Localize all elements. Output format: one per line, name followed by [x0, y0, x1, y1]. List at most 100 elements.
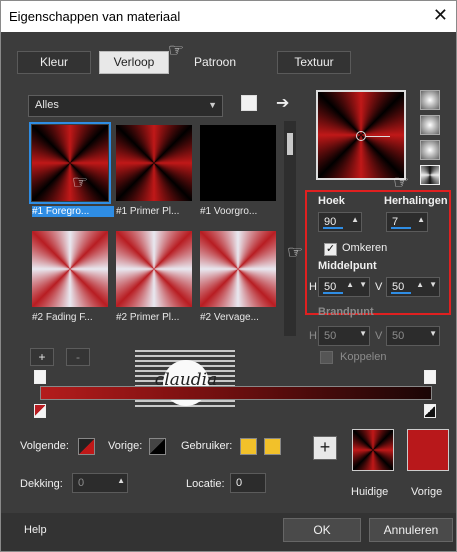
pointing-hand-icon: ☞: [287, 242, 304, 262]
locatie-value: 0: [236, 477, 243, 489]
focal-v-value: 50: [392, 330, 405, 342]
v-label: V: [375, 281, 383, 293]
herhalingen-label: Herhalingen: [384, 195, 448, 207]
center-v-input[interactable]: 50 ▲ ▼: [386, 277, 440, 297]
spin-arrows-icon[interactable]: ▲: [346, 280, 354, 289]
gallery-item-label: #1 Voorgro...: [200, 206, 258, 217]
focal-v-input[interactable]: 50 ▼: [386, 326, 440, 346]
gallery-item[interactable]: #1 Foregro...: [29, 122, 114, 227]
dropdown-arrow-icon[interactable]: ▼: [359, 329, 367, 338]
hoek-input[interactable]: 90 ▲: [318, 212, 362, 232]
foreground-swatch[interactable]: [78, 438, 95, 455]
koppelen-checkbox[interactable]: [320, 351, 333, 364]
omkeren-checkbox[interactable]: ✓: [324, 243, 337, 256]
vorige-label: Vorige:: [108, 440, 143, 452]
window-title: Eigenschappen van materiaal: [9, 9, 181, 24]
dekking-value: 0: [78, 477, 85, 489]
gallery-item[interactable]: #2 Vervage...: [198, 229, 278, 333]
center-marker-icon[interactable]: [356, 131, 366, 141]
middelpunt-label: Middelpunt: [318, 260, 377, 272]
h-label: H: [309, 281, 317, 293]
brandpunt-label: Brandpunt: [318, 306, 374, 318]
rectangular-style-button[interactable]: [420, 115, 440, 135]
center-h-input[interactable]: 50 ▲ ▼: [318, 277, 370, 297]
angle-line: [366, 136, 390, 137]
gallery-scrollbar[interactable]: [284, 121, 296, 336]
arrow-right-icon[interactable]: ➔: [276, 93, 289, 113]
stop-settings-panel: Volgende: Vorige: Gebruiker: Dekking: 0 …: [0, 420, 457, 510]
end-opacity-stop[interactable]: [424, 370, 436, 384]
close-icon[interactable]: ✕: [433, 5, 448, 26]
cancel-button[interactable]: Annuleren: [369, 518, 453, 542]
filter-value: Alles: [35, 99, 59, 111]
hoek-label: Hoek: [318, 195, 345, 207]
input-underline: [391, 292, 411, 294]
gallery-item[interactable]: #1 Primer Pl...: [114, 123, 194, 227]
gallery-item-label: #2 Primer Pl...: [116, 312, 180, 323]
spin-arrows-icon[interactable]: ▲: [117, 476, 125, 485]
tab-patroon[interactable]: Patroon: [183, 51, 247, 74]
input-underline: [391, 227, 411, 229]
dropdown-arrow-icon[interactable]: ▼: [429, 280, 437, 289]
gallery-item-label: #2 Fading F...: [32, 312, 93, 323]
spin-arrows-icon[interactable]: ▲: [417, 215, 425, 224]
list-view-icon[interactable]: [241, 95, 257, 111]
gallery-item-label: #1 Foregro...: [32, 206, 114, 217]
footer: Help OK Annuleren: [1, 513, 456, 551]
end-color-stop[interactable]: [424, 404, 436, 418]
radial-style-button[interactable]: [420, 165, 440, 185]
volgende-label: Volgende:: [20, 440, 69, 452]
focal-h-input[interactable]: 50 ▼: [318, 326, 370, 346]
locatie-label: Locatie:: [186, 478, 225, 490]
pointing-hand-icon: ☞: [168, 40, 185, 60]
tab-verloop[interactable]: Verloop: [99, 51, 169, 74]
gallery-item[interactable]: #1 Voorgro...: [198, 123, 278, 227]
brand-h-label: H: [309, 330, 317, 342]
background-swatch[interactable]: [149, 438, 166, 455]
spin-arrows-icon[interactable]: ▲: [416, 280, 424, 289]
brand-v-label: V: [375, 330, 383, 342]
pointing-hand-icon: ☞: [72, 172, 89, 192]
chevron-down-icon: ▼: [208, 100, 217, 110]
gradient-bar[interactable]: [40, 386, 432, 400]
gallery-item[interactable]: #2 Fading F...: [30, 229, 110, 333]
gradient-thumbnail: [116, 125, 192, 201]
gradient-filter-select[interactable]: Alles ▼: [28, 95, 223, 117]
user-color-swatch[interactable]: [264, 438, 281, 455]
focal-h-value: 50: [324, 330, 337, 342]
gradient-preview: [316, 90, 406, 180]
user-color-swatch[interactable]: [240, 438, 257, 455]
locatie-input[interactable]: 0: [230, 473, 266, 493]
gallery-item[interactable]: #2 Primer Pl...: [114, 229, 194, 333]
tab-kleur[interactable]: Kleur: [17, 51, 91, 74]
input-underline: [323, 227, 343, 229]
previous-gradient-swatch[interactable]: [407, 429, 449, 471]
vorige-swatch-label: Vorige: [411, 486, 443, 498]
huidige-label: Huidige: [351, 486, 389, 498]
gallery-item-label: #1 Primer Pl...: [116, 206, 180, 217]
dekking-input[interactable]: 0 ▲: [72, 473, 128, 493]
title-bar: Eigenschappen van materiaal ✕: [1, 1, 456, 32]
help-link[interactable]: Help: [24, 524, 47, 536]
omkeren-label: Omkeren: [342, 242, 388, 254]
ok-button[interactable]: OK: [283, 518, 361, 542]
add-gradient-button[interactable]: +: [30, 348, 54, 366]
add-color-button[interactable]: +: [313, 436, 337, 460]
tab-textuur[interactable]: Textuur: [277, 51, 351, 74]
scrollbar-thumb[interactable]: [287, 133, 293, 155]
current-gradient-swatch[interactable]: [352, 429, 394, 471]
gradient-thumbnail: [200, 231, 276, 307]
remove-gradient-button[interactable]: -: [66, 348, 90, 366]
linear-style-button[interactable]: [420, 90, 440, 110]
spin-arrows-icon[interactable]: ▲: [351, 215, 359, 224]
koppelen-label: Koppelen: [340, 351, 387, 363]
start-opacity-stop[interactable]: [34, 370, 46, 384]
dropdown-arrow-icon[interactable]: ▼: [359, 280, 367, 289]
herhalingen-input[interactable]: 7 ▲: [386, 212, 428, 232]
gradient-thumbnail: [32, 231, 108, 307]
start-color-stop[interactable]: [34, 404, 46, 418]
gradient-gallery: #1 Foregro... #1 Primer Pl... #1 Voorgro…: [28, 121, 284, 339]
sunburst-style-button[interactable]: [420, 140, 440, 160]
gradient-thumbnail: [200, 125, 276, 201]
dropdown-arrow-icon[interactable]: ▼: [429, 329, 437, 338]
